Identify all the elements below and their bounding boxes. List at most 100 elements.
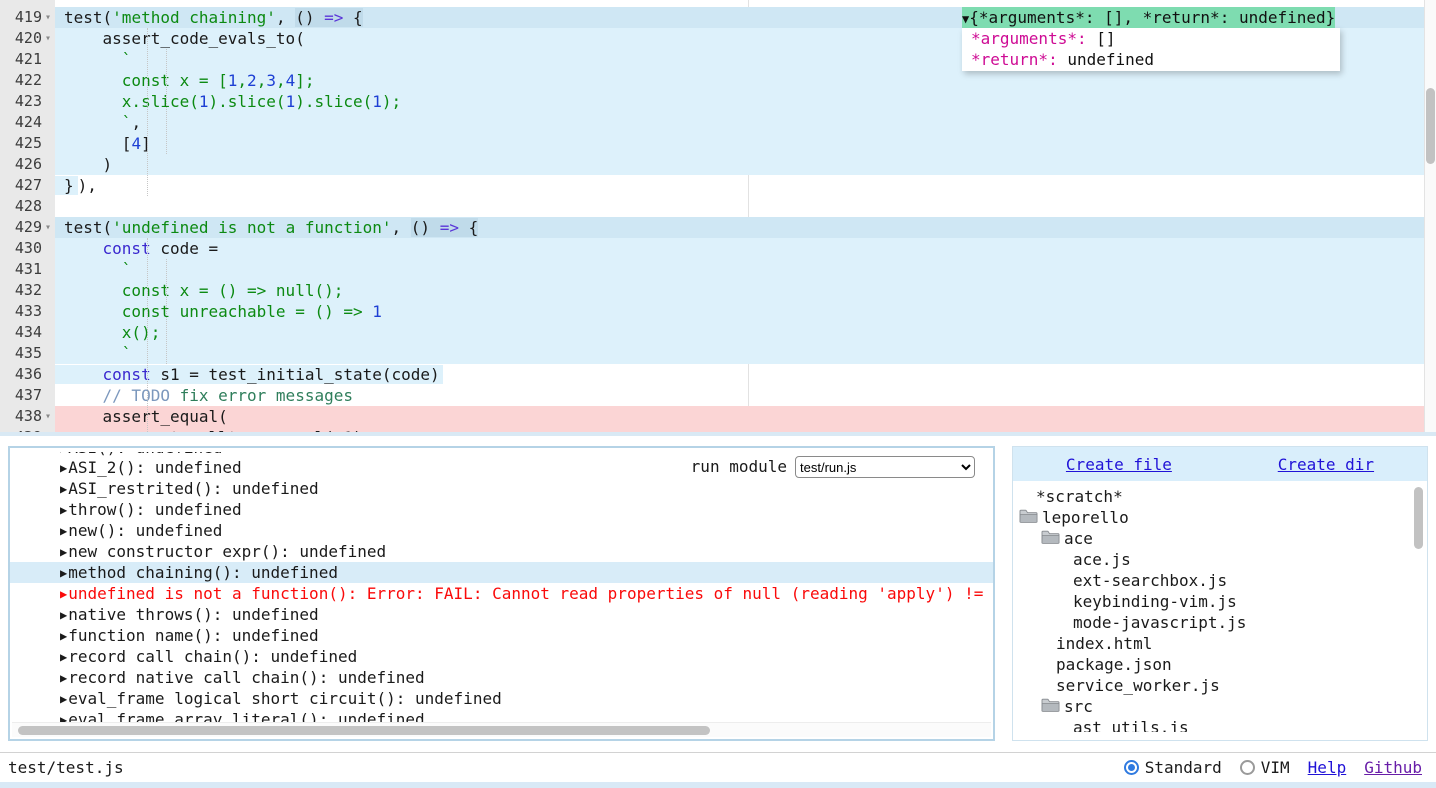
test-result-item[interactable]: ▶native throws(): undefined (10, 604, 993, 625)
create-file-link[interactable]: Create file (1066, 455, 1172, 474)
output-hscrollbar-thumb[interactable] (18, 726, 710, 735)
run-module-label: run module (691, 457, 787, 476)
test-result-item[interactable]: ▶method chaining(): undefined (10, 562, 993, 583)
expand-triangle-icon[interactable]: ▶ (60, 482, 67, 496)
expand-triangle-icon[interactable]: ▶ (60, 524, 67, 538)
code-line[interactable] (55, 196, 1424, 217)
radio-vim-label: VIM (1261, 758, 1290, 777)
help-link[interactable]: Help (1308, 758, 1347, 777)
folder-icon (1019, 507, 1042, 528)
github-link[interactable]: Github (1364, 758, 1422, 777)
test-results-panel: run moduletest/run.js ▶ASI(): undefined▶… (8, 446, 995, 741)
line-number: 431 (15, 259, 42, 280)
tree-file[interactable]: service_worker.js (1013, 675, 1427, 696)
fold-arrow-icon[interactable]: ▾ (42, 406, 51, 427)
expand-triangle-icon[interactable]: ▶ (60, 545, 67, 559)
code-token: () (411, 218, 440, 237)
expand-triangle-icon[interactable]: ▶ (60, 503, 67, 517)
code-line[interactable]: assert_calltree_equal(s1) (55, 427, 1424, 432)
file-tree-scrollbar-thumb[interactable] (1414, 487, 1423, 549)
expand-triangle-icon[interactable]: ▶ (60, 692, 67, 706)
expand-triangle-icon[interactable]: ▶ (60, 671, 67, 685)
editor-scrollbar-thumb[interactable] (1426, 88, 1435, 164)
tree-file[interactable]: ast_utils.js (1013, 717, 1427, 732)
code-line[interactable]: `, (55, 112, 1424, 133)
test-result-item[interactable]: ▶ASI_restrited(): undefined (10, 478, 993, 499)
create-dir-link[interactable]: Create dir (1278, 455, 1374, 474)
tree-folder[interactable]: src (1013, 696, 1427, 717)
code-token: () (295, 8, 324, 27)
tree-item-label: ace.js (1073, 549, 1131, 570)
test-result-item[interactable]: ▶new(): undefined (10, 520, 993, 541)
tree-file[interactable]: mode-javascript.js (1013, 612, 1427, 633)
code-line[interactable]: test('undefined is not a function', () =… (55, 217, 1424, 238)
tree-file[interactable]: *scratch* (1013, 486, 1427, 507)
code-line[interactable]: }), (55, 175, 1424, 196)
tree-file[interactable]: package.json (1013, 654, 1427, 675)
code-token: ]; (295, 71, 314, 90)
test-result-item[interactable]: ▶record native call chain(): undefined (10, 667, 993, 688)
test-result-item[interactable]: ▶throw(): undefined (10, 499, 993, 520)
test-result-item[interactable]: ▶eval_frame logical short circuit(): und… (10, 688, 993, 709)
code-line[interactable]: // TODO fix error messages (55, 385, 1424, 406)
test-result-item[interactable]: ▶function name(): undefined (10, 625, 993, 646)
code-line[interactable]: const code = (55, 238, 1424, 259)
code-line[interactable]: const x = [1,2,3,4]; (55, 70, 1424, 91)
gutter-line: 420▾ (0, 28, 55, 49)
keybinding-standard-option[interactable]: Standard (1124, 758, 1222, 777)
code-token: 'method chaining' (112, 8, 276, 27)
code-token: , (392, 218, 411, 237)
fold-arrow-icon[interactable]: ▾ (42, 7, 51, 28)
fold-arrow-icon[interactable]: ▾ (42, 28, 51, 49)
test-result-item[interactable]: ▶record call chain(): undefined (10, 646, 993, 667)
test-result-item[interactable]: ▶undefined is not a function(): Error: F… (10, 583, 993, 604)
code-token: 2 (247, 71, 257, 90)
fold-arrow-icon[interactable]: ▾ (42, 217, 51, 238)
folder-icon (1041, 528, 1064, 549)
code-line[interactable]: x.slice(1).slice(1).slice(1); (55, 91, 1424, 112)
keybinding-vim-option[interactable]: VIM (1240, 758, 1290, 777)
indent-guide (147, 28, 148, 196)
output-hscrollbar[interactable] (12, 722, 991, 737)
indent-guide (166, 49, 167, 154)
code-token: [ (64, 134, 131, 153)
run-module-select[interactable]: test/run.js (795, 456, 975, 478)
code-token: , (131, 113, 141, 132)
radio-vim-icon[interactable] (1240, 760, 1255, 775)
code-line[interactable]: const unreachable = () => 1 (55, 301, 1424, 322)
test-result-item[interactable]: ▶new constructor expr(): undefined (10, 541, 993, 562)
code-token: 1 (199, 92, 209, 111)
code-line[interactable]: [4] (55, 133, 1424, 154)
editor-scrollbar[interactable] (1424, 0, 1436, 432)
code-line[interactable]: ) (55, 154, 1424, 175)
tree-file[interactable]: index.html (1013, 633, 1427, 654)
tree-folder[interactable]: ace (1013, 528, 1427, 549)
tree-folder[interactable]: leporello (1013, 507, 1427, 528)
code-line[interactable]: const x = () => null(); (55, 280, 1424, 301)
code-line[interactable]: ` (55, 343, 1424, 364)
tree-file[interactable]: ace.js (1013, 549, 1427, 570)
expand-triangle-icon[interactable]: ▶ (60, 608, 67, 622)
gutter-line: 424 (0, 112, 55, 133)
expand-triangle-icon[interactable]: ▶ (60, 452, 67, 455)
code-line[interactable]: x(); (55, 322, 1424, 343)
code-line[interactable]: assert_equal( (55, 406, 1424, 427)
tooltip-header[interactable]: ▼{*arguments*: [], *return*: undefined} (962, 7, 1335, 28)
code-line[interactable]: ` (55, 259, 1424, 280)
code-line[interactable]: const s1 = test_initial_state(code) (55, 364, 1424, 385)
test-result-text: ▶function name(): undefined (60, 626, 319, 645)
line-number: 437 (15, 385, 42, 406)
radio-standard-icon[interactable] (1124, 760, 1139, 775)
value-inspector-tooltip: ▼{*arguments*: [], *return*: undefined} … (962, 7, 1340, 71)
gutter-line: 435 (0, 343, 55, 364)
tree-file[interactable]: keybinding-vim.js (1013, 591, 1427, 612)
tree-file[interactable]: ext-searchbox.js (1013, 570, 1427, 591)
code-token: test( (64, 218, 112, 237)
tree-item-label: src (1064, 696, 1093, 717)
expand-triangle-icon[interactable]: ▶ (60, 461, 67, 475)
expand-triangle-icon[interactable]: ▶ (60, 629, 67, 643)
gutter-line: 426 (0, 154, 55, 175)
expand-triangle-icon[interactable]: ▶ (60, 587, 67, 601)
expand-triangle-icon[interactable]: ▶ (60, 650, 67, 664)
expand-triangle-icon[interactable]: ▶ (60, 566, 67, 580)
